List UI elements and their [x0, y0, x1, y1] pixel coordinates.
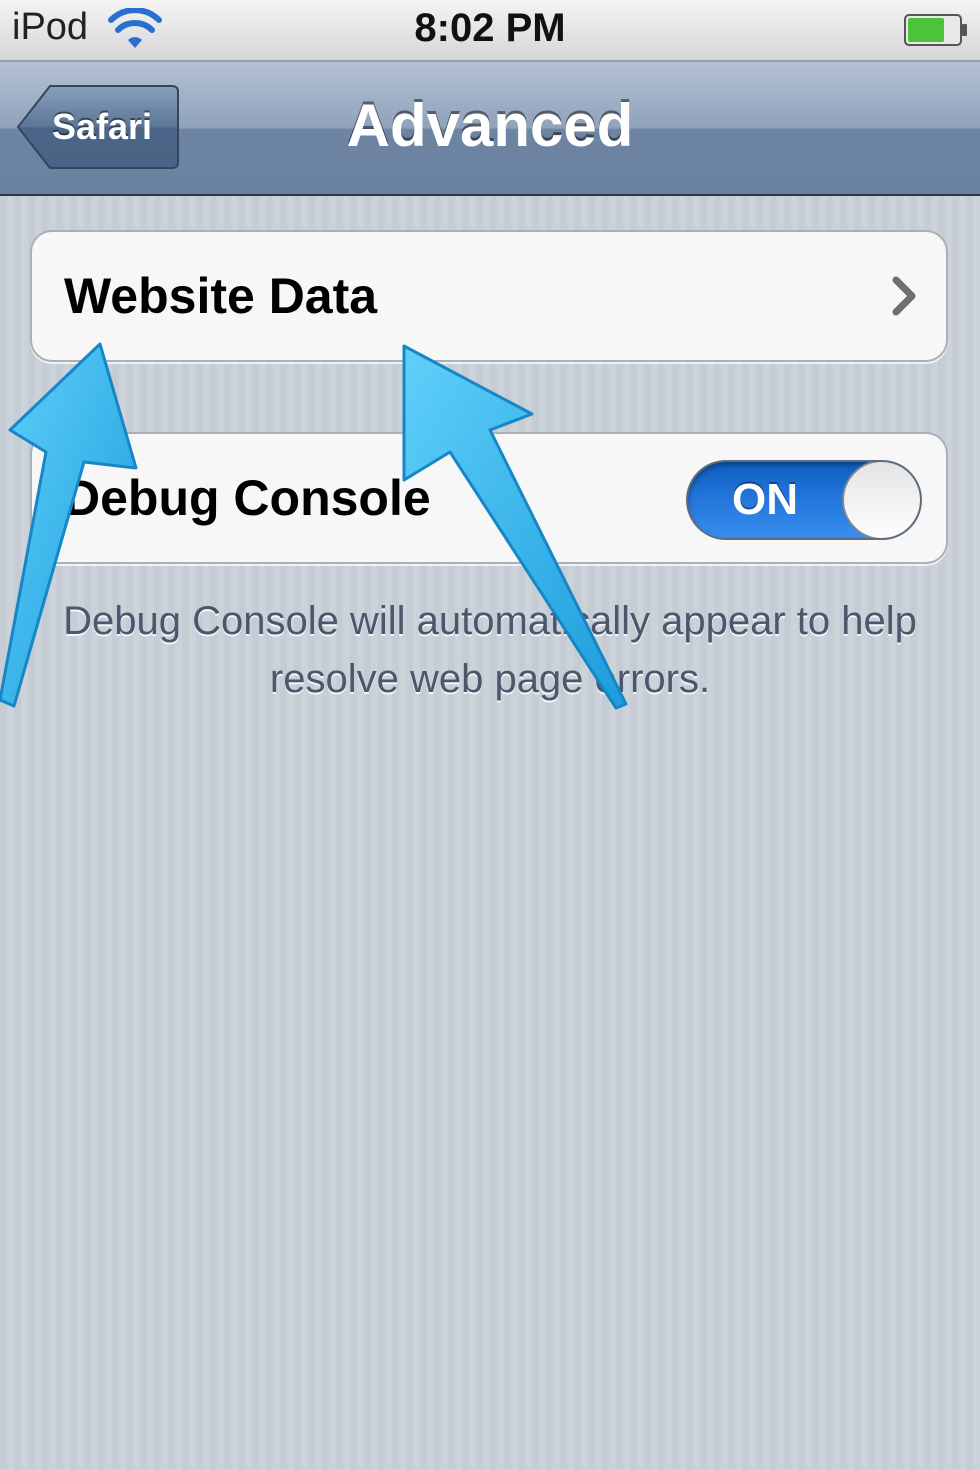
debug-console-row: Debug Console ON [30, 432, 948, 564]
status-clock: 8:02 PM [414, 6, 566, 50]
back-button-label: Safari [52, 106, 153, 147]
debug-console-footer-note: Debug Console will automatically appear … [63, 599, 917, 701]
toggle-state-label: ON [732, 475, 798, 524]
status-bar: iPod 8:02 PM [0, 0, 980, 62]
annotation-arrows [0, 342, 628, 710]
battery-icon [904, 14, 968, 46]
navigation-bar: Advanced Safari [0, 62, 980, 196]
chevron-right-icon [890, 276, 918, 316]
debug-console-label: Debug Console [64, 470, 431, 526]
back-button[interactable]: Safari [16, 84, 180, 170]
debug-console-toggle[interactable]: ON [686, 460, 922, 540]
toggle-knob [842, 462, 920, 538]
website-data-row[interactable]: Website Data [30, 230, 948, 362]
website-data-label: Website Data [64, 268, 378, 324]
